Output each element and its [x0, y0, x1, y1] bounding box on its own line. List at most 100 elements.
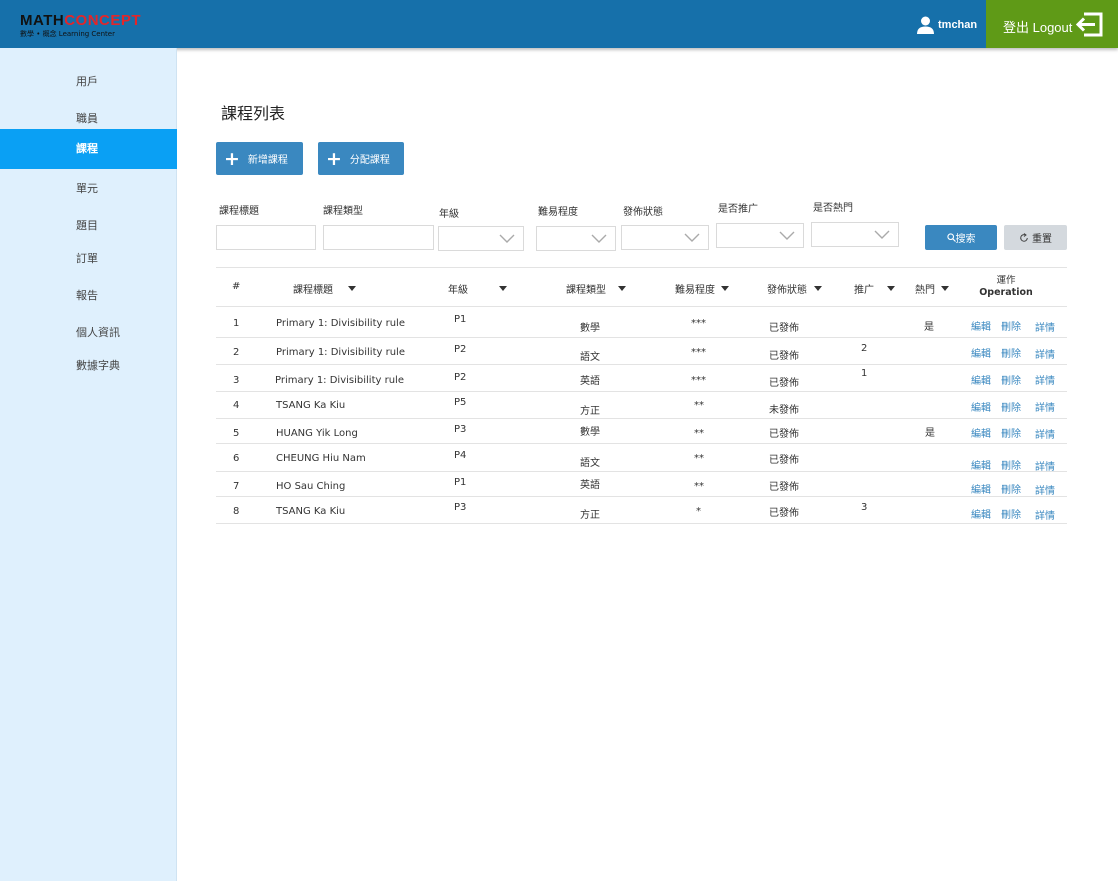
row-difficulty: ** — [694, 428, 704, 439]
sidebar-item-courses[interactable]: 課程 — [0, 129, 177, 169]
filter-difficulty-select[interactable] — [536, 226, 616, 251]
edit-link[interactable]: 編輯 — [971, 399, 991, 414]
row-category: 語文 — [580, 352, 600, 363]
filter-promote-select[interactable] — [716, 223, 804, 248]
detail-link[interactable]: 詳情 — [1035, 319, 1055, 334]
delete-link[interactable]: 刪除 — [1001, 425, 1021, 440]
row-category: 數學 — [580, 427, 600, 438]
refresh-icon — [1020, 232, 1028, 242]
col-grade[interactable]: 年級 — [448, 281, 507, 296]
delete-link[interactable]: 刪除 — [1001, 481, 1021, 496]
row-grade: P3 — [454, 424, 467, 435]
row-status: 已發佈 — [769, 482, 799, 493]
filter-category-input[interactable] — [323, 225, 434, 250]
user-menu[interactable]: tmchan — [917, 15, 977, 35]
row-category: 數學 — [580, 323, 600, 334]
col-title[interactable]: 課程標題 — [293, 281, 356, 296]
detail-link[interactable]: 詳情 — [1035, 482, 1055, 497]
row-title: Primary 1: Divisibility rule — [275, 375, 404, 386]
assign-course-button[interactable]: + 分配課程 — [318, 142, 404, 175]
logout-arrow-icon — [1076, 12, 1103, 37]
edit-link[interactable]: 編輯 — [971, 425, 991, 440]
row-status: 已發佈 — [769, 455, 799, 466]
detail-link[interactable]: 詳情 — [1035, 346, 1055, 361]
edit-link[interactable]: 編輯 — [971, 457, 991, 472]
col-status[interactable]: 發佈狀態 — [767, 281, 822, 296]
filter-hot-select[interactable] — [811, 222, 899, 247]
delete-link[interactable]: 刪除 — [1001, 318, 1021, 333]
row-status: 已發佈 — [769, 429, 799, 440]
row-title: Primary 1: Divisibility rule — [276, 318, 405, 329]
sidebar-item-reports[interactable]: 報告 — [0, 276, 177, 316]
row-title: TSANG Ka Kiu — [276, 506, 346, 517]
row-category: 方正 — [580, 510, 600, 521]
sidebar-item-data-dictionary[interactable]: 數據字典 — [0, 346, 177, 386]
sort-triangle-icon[interactable] — [618, 286, 626, 291]
delete-link[interactable]: 刪除 — [1001, 345, 1021, 360]
brand-logo[interactable]: MATHCONCEPT 數學 • 概念 Learning Center — [20, 13, 150, 39]
detail-link[interactable]: 詳情 — [1035, 372, 1055, 387]
row-status: 未發佈 — [769, 405, 799, 416]
sort-triangle-icon[interactable] — [887, 286, 895, 291]
col-difficulty[interactable]: 難易程度 — [675, 281, 729, 296]
filter-status-select[interactable] — [621, 225, 709, 250]
chevron-down-icon — [591, 234, 607, 243]
sidebar-item-users[interactable]: 用戶 — [0, 62, 177, 102]
edit-link[interactable]: 編輯 — [971, 345, 991, 360]
add-course-button[interactable]: + 新增課程 — [216, 142, 303, 175]
main-content: 課程列表 + 新增課程 + 分配課程 課程標題 課程類型 年級 難易程度 發佈狀… — [177, 48, 1118, 881]
logout-button[interactable]: 登出 Logout — [986, 0, 1118, 48]
sort-triangle-icon[interactable] — [814, 286, 822, 291]
detail-link[interactable]: 詳情 — [1035, 507, 1055, 522]
plus-icon: + — [326, 147, 342, 170]
row-promote: 3 — [861, 502, 868, 513]
search-button[interactable]: 搜索 — [925, 225, 997, 250]
row-index: 5 — [233, 428, 240, 439]
row-index: 6 — [233, 453, 240, 464]
user-icon — [917, 16, 934, 34]
sort-triangle-icon[interactable] — [941, 286, 949, 291]
delete-link[interactable]: 刪除 — [1001, 399, 1021, 414]
table-row: 8 TSANG Ka Kiu P3 方正 * 已發佈 3 編輯 刪除 詳情 — [216, 497, 1067, 524]
table-row: 2 Primary 1: Divisibility rule P2 語文 ***… — [216, 338, 1067, 365]
table-row: 7 HO Sau Ching P1 英語 ** 已發佈 編輯 刪除 詳情 — [216, 472, 1067, 497]
row-hot: 是 — [925, 428, 935, 439]
filter-difficulty-label: 難易程度 — [538, 207, 578, 218]
col-operation: 運作 Operation — [979, 275, 1033, 298]
filter-hot-label: 是否熱門 — [813, 203, 853, 214]
row-index: 8 — [233, 506, 240, 517]
filter-title-label: 課程標題 — [219, 206, 259, 217]
delete-link[interactable]: 刪除 — [1001, 372, 1021, 387]
row-difficulty: *** — [691, 318, 706, 329]
sidebar-item-units[interactable]: 單元 — [0, 169, 177, 209]
row-title: CHEUNG Hiu Nam — [276, 453, 366, 464]
detail-link[interactable]: 詳情 — [1035, 399, 1055, 414]
detail-link[interactable]: 詳情 — [1035, 426, 1055, 441]
delete-link[interactable]: 刪除 — [1001, 457, 1021, 472]
page-title: 課程列表 — [221, 104, 286, 123]
row-title: Primary 1: Divisibility rule — [276, 347, 405, 358]
detail-link[interactable]: 詳情 — [1035, 458, 1055, 473]
sort-triangle-icon[interactable] — [721, 286, 729, 291]
row-status: 已發佈 — [769, 508, 799, 519]
sort-triangle-icon[interactable] — [499, 286, 507, 291]
delete-link[interactable]: 刪除 — [1001, 506, 1021, 521]
reset-button[interactable]: 重置 — [1004, 225, 1067, 250]
row-title: HO Sau Ching — [276, 481, 346, 492]
col-hot[interactable]: 熱門 — [915, 281, 949, 296]
sort-triangle-icon[interactable] — [348, 286, 356, 291]
edit-link[interactable]: 編輯 — [971, 318, 991, 333]
chevron-down-icon — [779, 231, 795, 240]
logout-label: 登出 Logout — [1003, 20, 1073, 35]
table-row: 1 Primary 1: Divisibility rule P1 數學 ***… — [216, 307, 1067, 338]
edit-link[interactable]: 編輯 — [971, 481, 991, 496]
filter-grade-select[interactable] — [438, 226, 524, 251]
col-promote[interactable]: 推广 — [854, 281, 895, 296]
edit-link[interactable]: 編輯 — [971, 372, 991, 387]
col-category[interactable]: 課程類型 — [566, 281, 626, 296]
row-promote: 1 — [861, 368, 868, 379]
row-difficulty: * — [696, 506, 701, 517]
edit-link[interactable]: 編輯 — [971, 506, 991, 521]
sidebar-item-orders[interactable]: 訂單 — [0, 239, 177, 279]
filter-title-input[interactable] — [216, 225, 316, 250]
